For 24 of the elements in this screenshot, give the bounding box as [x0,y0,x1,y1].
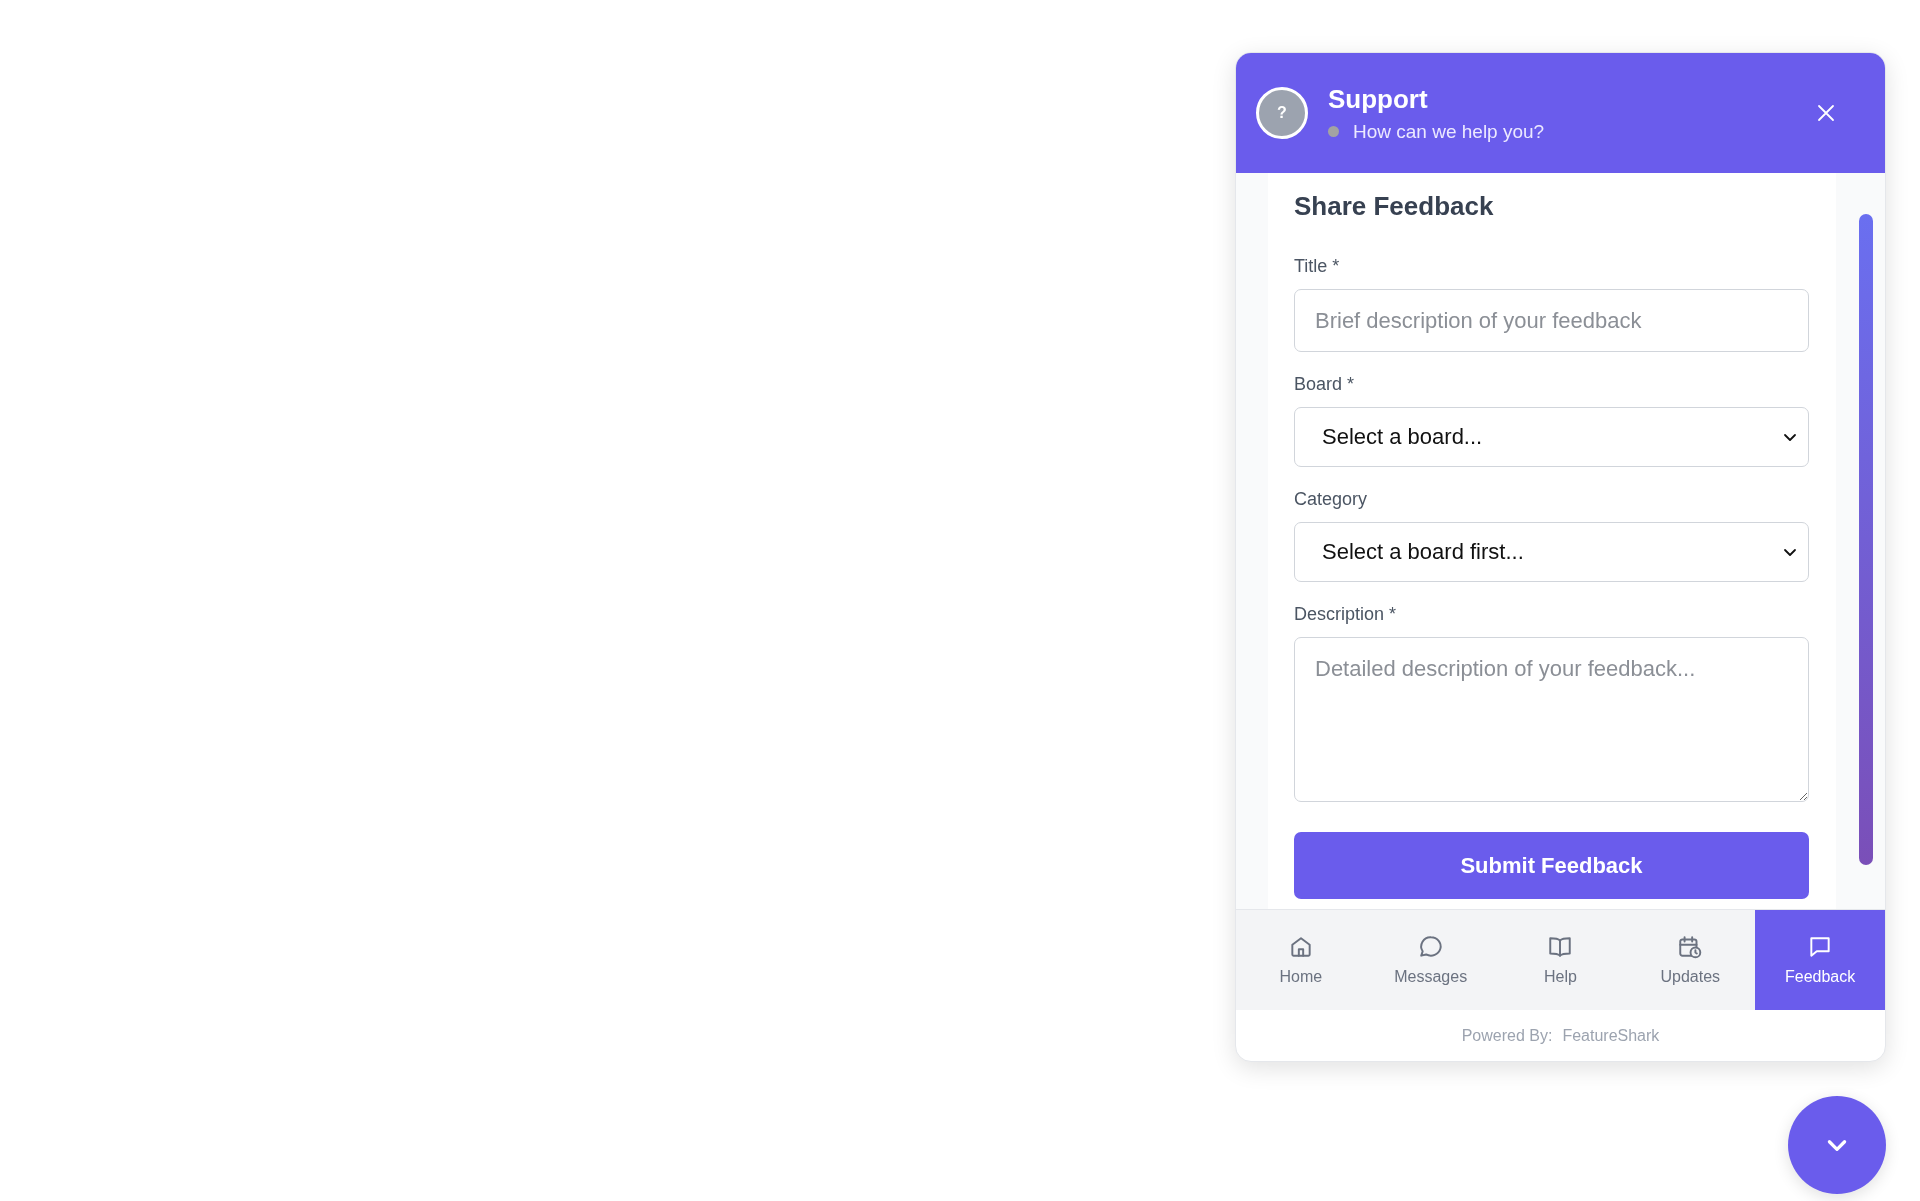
field-label: Title * [1294,256,1341,277]
form-heading: Share Feedback [1294,191,1495,222]
field-label: Category [1294,489,1369,510]
nav-tab[interactable]: Updates [1625,910,1756,1010]
submit-button[interactable]: Submit Feedback [1294,832,1809,899]
nav-tab[interactable]: Home [1236,910,1366,1010]
field-label: Board * [1294,374,1356,395]
nav-tab[interactable]: Feedback [1755,910,1885,1010]
scrollbar-thumb[interactable] [1859,214,1873,865]
textarea-field[interactable]: Detailed description of your feedback... [1294,637,1809,802]
nav-tab[interactable]: Help [1495,910,1626,1010]
widget-title: Support [1328,83,1429,115]
dropdown-field[interactable]: Select a board first... [1294,522,1809,582]
powered-by-label: Powered By: [1461,1026,1553,1045]
field-label: Description * [1294,604,1398,625]
dropdown-field[interactable]: Select a board... [1294,407,1809,467]
input-field[interactable]: Brief description of your feedback [1294,289,1809,352]
brand-link[interactable]: FeatureShark [1562,1026,1660,1045]
widget-subtitle: How can we help you? [1353,120,1545,143]
nav-tab[interactable]: Messages [1365,910,1496,1010]
calendar-clock-icon [1677,934,1704,960]
close-icon [1817,104,1835,122]
avatar-icon: ? [1256,87,1308,139]
chat-bubble-icon [1417,934,1444,960]
